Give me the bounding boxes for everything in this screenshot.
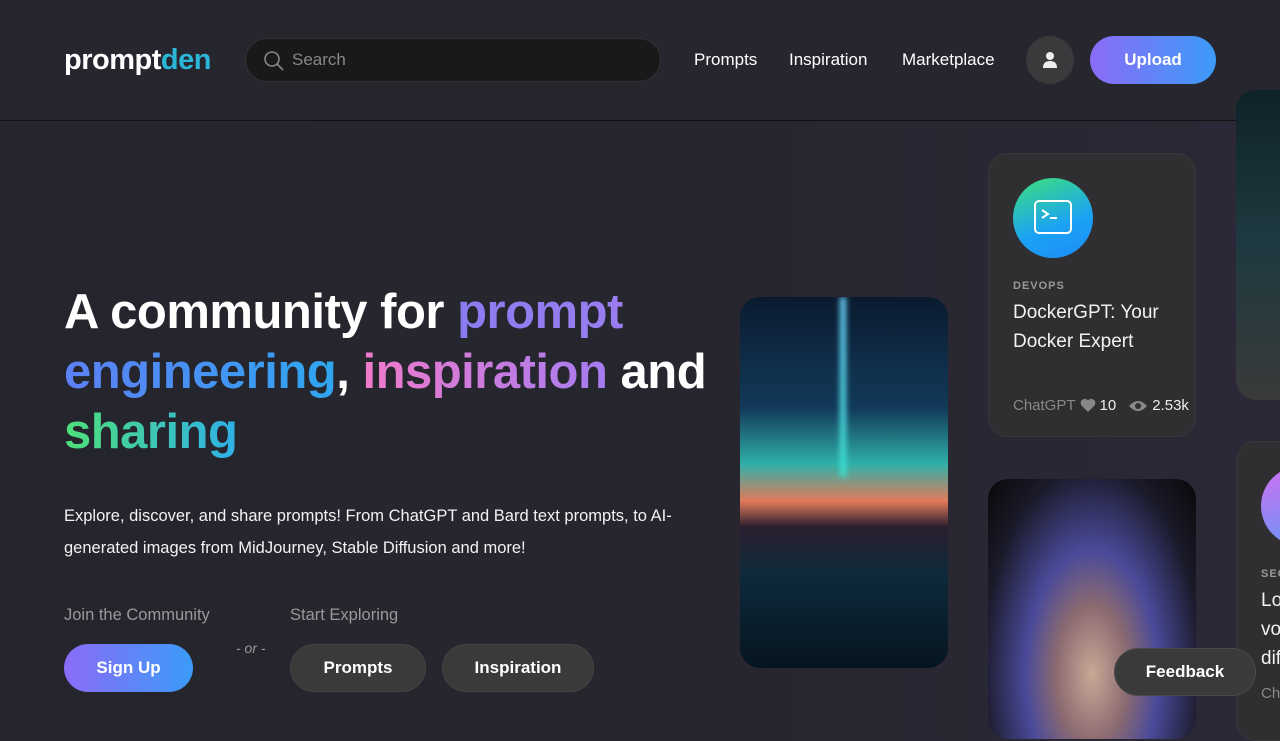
card-title: Lo vo dif bbox=[1261, 590, 1280, 669]
prompt-card-partial[interactable]: SEC Lo vo dif Cha bbox=[1236, 441, 1280, 741]
nav-inspiration[interactable]: Inspiration bbox=[789, 50, 867, 70]
user-avatar-button[interactable] bbox=[1026, 36, 1074, 84]
card-category: DEVOPS bbox=[1013, 280, 1065, 292]
logo[interactable]: promptden bbox=[64, 44, 211, 77]
card-likes: 10 bbox=[1099, 397, 1117, 414]
search-bar[interactable] bbox=[245, 38, 661, 82]
terminal-icon bbox=[1034, 200, 1072, 234]
card-views: 2.53k bbox=[1152, 397, 1189, 414]
hero-title: A community for prompt engineering, inspi… bbox=[64, 285, 707, 459]
portrait-image-card[interactable] bbox=[988, 479, 1196, 739]
or-divider: - or - bbox=[236, 640, 266, 656]
explore-label: Start Exploring bbox=[290, 606, 399, 624]
hero-description: Explore, discover, and share prompts! Fr… bbox=[64, 507, 672, 557]
card-category: SEC bbox=[1261, 568, 1280, 580]
inspiration-button[interactable]: Inspiration bbox=[442, 644, 594, 692]
card-model: Cha bbox=[1261, 685, 1280, 702]
nav-marketplace[interactable]: Marketplace bbox=[902, 50, 995, 70]
card-meta: ChatGPT 10 2.53k bbox=[1013, 397, 1189, 414]
join-label: Join the Community bbox=[64, 606, 210, 624]
signup-button[interactable]: Sign Up bbox=[64, 644, 193, 692]
feedback-button[interactable]: Feedback bbox=[1114, 648, 1256, 696]
search-icon bbox=[264, 51, 284, 71]
card-icon bbox=[1261, 466, 1280, 546]
user-icon bbox=[1043, 52, 1057, 68]
light-beam bbox=[840, 297, 846, 477]
bird-image-card[interactable] bbox=[1236, 90, 1280, 400]
galaxy-image-card[interactable] bbox=[740, 297, 948, 668]
prompts-button[interactable]: Prompts bbox=[290, 644, 426, 692]
eye-icon bbox=[1129, 400, 1148, 411]
upload-button[interactable]: Upload bbox=[1090, 36, 1216, 84]
header: promptden Prompts Inspiration Marketplac… bbox=[0, 0, 1280, 121]
prompt-card[interactable]: DEVOPS DockerGPT: Your Docker Expert Cha… bbox=[988, 153, 1196, 437]
card-model: ChatGPT bbox=[1013, 397, 1076, 414]
heart-icon bbox=[1080, 398, 1095, 412]
search-input[interactable] bbox=[292, 39, 642, 81]
card-title: DockerGPT: Your Docker Expert bbox=[1013, 302, 1159, 352]
nav-prompts[interactable]: Prompts bbox=[694, 50, 757, 70]
card-icon bbox=[1013, 178, 1093, 258]
